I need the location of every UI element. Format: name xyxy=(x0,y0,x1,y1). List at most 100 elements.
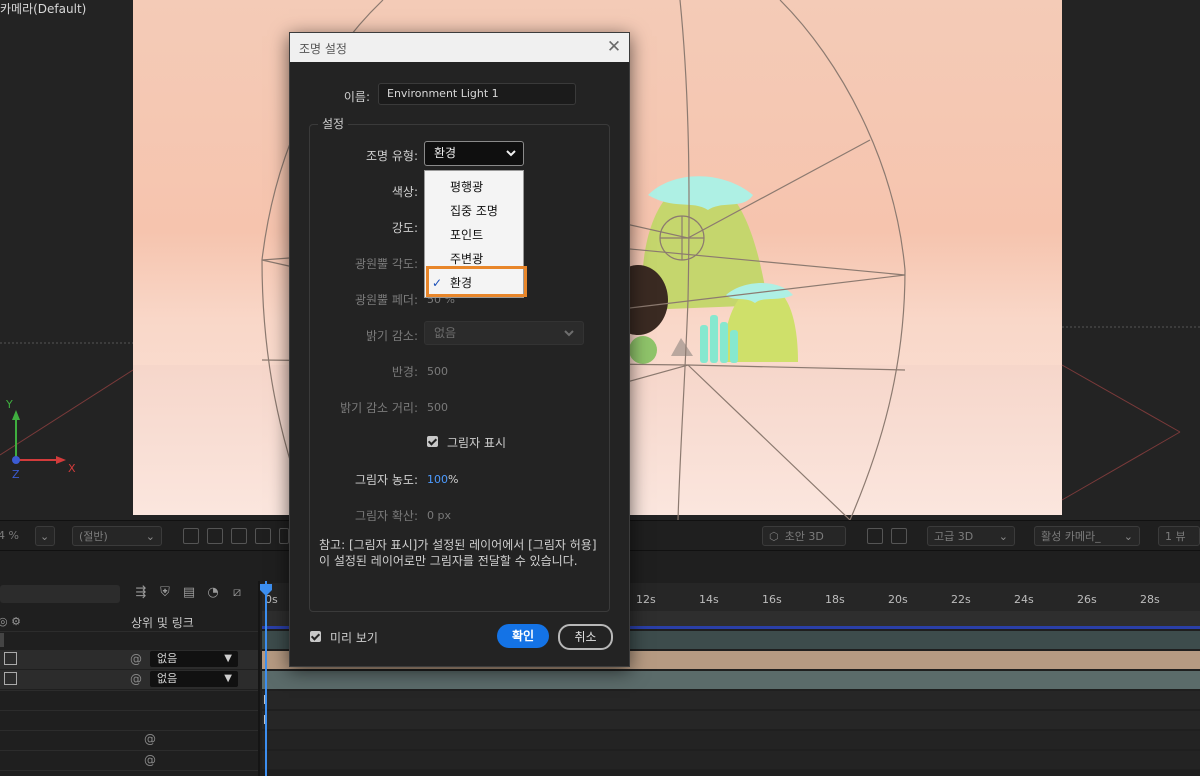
shadow-darkness-label: 그림자 농도: xyxy=(354,473,418,487)
mask-visibility-icon[interactable] xyxy=(231,528,247,544)
ruler-tick-label: 22s xyxy=(951,593,971,606)
camera-layer-icon xyxy=(4,672,17,685)
casts-shadows-label: 그림자 표시 xyxy=(447,436,507,450)
extended-viewer-icon[interactable] xyxy=(891,528,907,544)
ground-plane-icon[interactable] xyxy=(867,528,883,544)
chevron-down-icon xyxy=(506,150,516,157)
menu-item-parallel[interactable]: 평행광 xyxy=(425,175,523,199)
light-type-dropdown[interactable]: 환경 xyxy=(424,141,524,166)
playhead-line[interactable] xyxy=(265,581,267,776)
layer-track[interactable] xyxy=(262,751,1200,769)
chevron-down-icon: ▼ xyxy=(224,653,232,664)
parent-value: 없음 xyxy=(157,652,178,665)
ruler-tick-label: 14s xyxy=(699,593,719,606)
axis-y-label: Y xyxy=(6,398,13,411)
shadow-note: 참고: [그림자 표시]가 설정된 레이어에서 [그림자 허용]이 설정된 레이… xyxy=(319,538,597,568)
parent-dropdown[interactable]: 없음 ▼ xyxy=(150,651,238,667)
layer-track[interactable] xyxy=(262,731,1200,749)
panel-divider[interactable] xyxy=(258,581,260,776)
menu-item-point[interactable]: 포인트 xyxy=(425,223,523,247)
active-camera-label: 카메라(Default) xyxy=(0,2,87,16)
view-layout-dropdown[interactable]: 1 뷰 xyxy=(1158,526,1200,546)
graph-editor-icon[interactable]: ⧄ xyxy=(229,585,245,601)
falloff-value: 없음 xyxy=(434,326,457,340)
intensity-label: 강도: xyxy=(391,221,418,235)
shadow-diffusion-value[interactable]: 0 px xyxy=(427,509,451,522)
playhead-icon[interactable] xyxy=(259,583,273,597)
ok-button[interactable]: 확인 xyxy=(497,624,549,648)
cone-feather-label: 광원뿔 페더: xyxy=(354,293,418,307)
draft-3d-label: 초안 3D xyxy=(784,530,824,543)
name-label: 이름: xyxy=(343,90,370,104)
shadow-darkness-value[interactable]: 100 xyxy=(427,473,448,486)
settings-group-label: 설정 xyxy=(318,115,349,132)
motion-blur-icon[interactable]: ◔ xyxy=(205,585,221,601)
radius-value[interactable]: 500 xyxy=(427,365,448,378)
layer-color-label xyxy=(0,633,4,647)
resolution-value: (절반) xyxy=(79,530,108,543)
cube-icon: ⬡ xyxy=(769,530,779,543)
selection-highlight-box xyxy=(426,266,527,297)
menu-item-label: 평행광 xyxy=(450,180,484,194)
divider xyxy=(0,750,258,751)
cancel-button[interactable]: 취소 xyxy=(558,624,613,650)
divider xyxy=(0,631,258,632)
ruler-tick-label: 18s xyxy=(825,593,845,606)
light-name-input[interactable]: Environment Light 1 xyxy=(378,83,576,105)
chevron-down-icon: ▼ xyxy=(224,673,232,684)
camera-dropdown[interactable]: 활성 카메라_ ⌄ xyxy=(1034,526,1140,546)
renderer-value: 고급 3D xyxy=(934,530,974,543)
falloff-label: 밝기 감소: xyxy=(365,329,418,343)
ruler-tick-label: 16s xyxy=(762,593,782,606)
parent-dropdown[interactable]: 없음 ▼ xyxy=(150,671,238,687)
fast-preview-icon[interactable] xyxy=(183,528,199,544)
dialog-title: 조명 설정 xyxy=(299,42,347,56)
layer-track[interactable] xyxy=(262,711,1200,729)
shadow-darkness-unit: % xyxy=(448,473,459,486)
falloff-dropdown[interactable]: 없음 xyxy=(424,321,584,345)
close-icon[interactable]: ✕ xyxy=(604,37,624,57)
draft-3d-icon[interactable]: ⛨ xyxy=(157,585,173,601)
ruler-tick-label: 26s xyxy=(1077,593,1097,606)
light-settings-dialog: 조명 설정 ✕ 이름: Environment Light 1 설정 조명 유형… xyxy=(289,32,630,667)
layer-row[interactable]: @ 없음 ▼ xyxy=(0,650,258,669)
preview-checkbox[interactable] xyxy=(310,631,321,642)
ruler-tick-label: 24s xyxy=(1014,593,1034,606)
pickwhip-icon[interactable]: @ xyxy=(144,753,156,767)
pickwhip-icon[interactable]: @ xyxy=(130,672,142,686)
divider xyxy=(0,770,258,771)
chevron-down-icon: ⌄ xyxy=(40,530,50,543)
light-type-label: 조명 유형: xyxy=(365,149,418,163)
renderer-dropdown[interactable]: 고급 3D ⌄ xyxy=(927,526,1015,546)
chevron-down-icon xyxy=(564,330,574,337)
zoom-dropdown[interactable]: ⌄ xyxy=(35,526,55,546)
transparency-grid-icon[interactable] xyxy=(207,528,223,544)
falloff-distance-value[interactable]: 500 xyxy=(427,401,448,414)
layer-switch-header-icons: ◎ ⚙ xyxy=(0,615,21,628)
casts-shadows-checkbox[interactable] xyxy=(427,436,438,447)
axis-x-label: X xyxy=(68,462,76,475)
color-label: 색상: xyxy=(391,185,418,199)
zoom-value[interactable]: 4 % xyxy=(0,529,19,542)
ruler-tick-label: 28s xyxy=(1140,593,1160,606)
layer-track[interactable] xyxy=(262,671,1200,689)
layer-search-input[interactable] xyxy=(0,585,120,603)
view-layout-value: 1 뷰 xyxy=(1165,530,1186,543)
resolution-dropdown[interactable]: (절반) ⌄ xyxy=(72,526,162,546)
radius-label: 반경: xyxy=(391,365,418,379)
pickwhip-icon[interactable]: @ xyxy=(130,652,142,666)
region-of-interest-icon[interactable] xyxy=(255,528,271,544)
dialog-titlebar[interactable]: 조명 설정 ✕ xyxy=(290,33,629,62)
ruler-tick-label: 20s xyxy=(888,593,908,606)
menu-item-spot[interactable]: 집중 조명 xyxy=(425,199,523,223)
draft-3d-toggle[interactable]: ⬡ 초안 3D xyxy=(762,526,846,546)
pickwhip-icon[interactable]: @ xyxy=(144,732,156,746)
channel-icon[interactable] xyxy=(279,528,289,544)
frame-blending-icon[interactable]: ▤ xyxy=(181,585,197,601)
cone-angle-label: 광원뿔 각도: xyxy=(354,257,418,271)
layer-row[interactable]: @ 없음 ▼ xyxy=(0,670,258,689)
divider xyxy=(0,710,258,711)
layer-track[interactable] xyxy=(262,691,1200,709)
menu-item-label: 주변광 xyxy=(450,252,484,266)
comp-mini-flowchart-icon[interactable]: ⇶ xyxy=(133,585,149,601)
